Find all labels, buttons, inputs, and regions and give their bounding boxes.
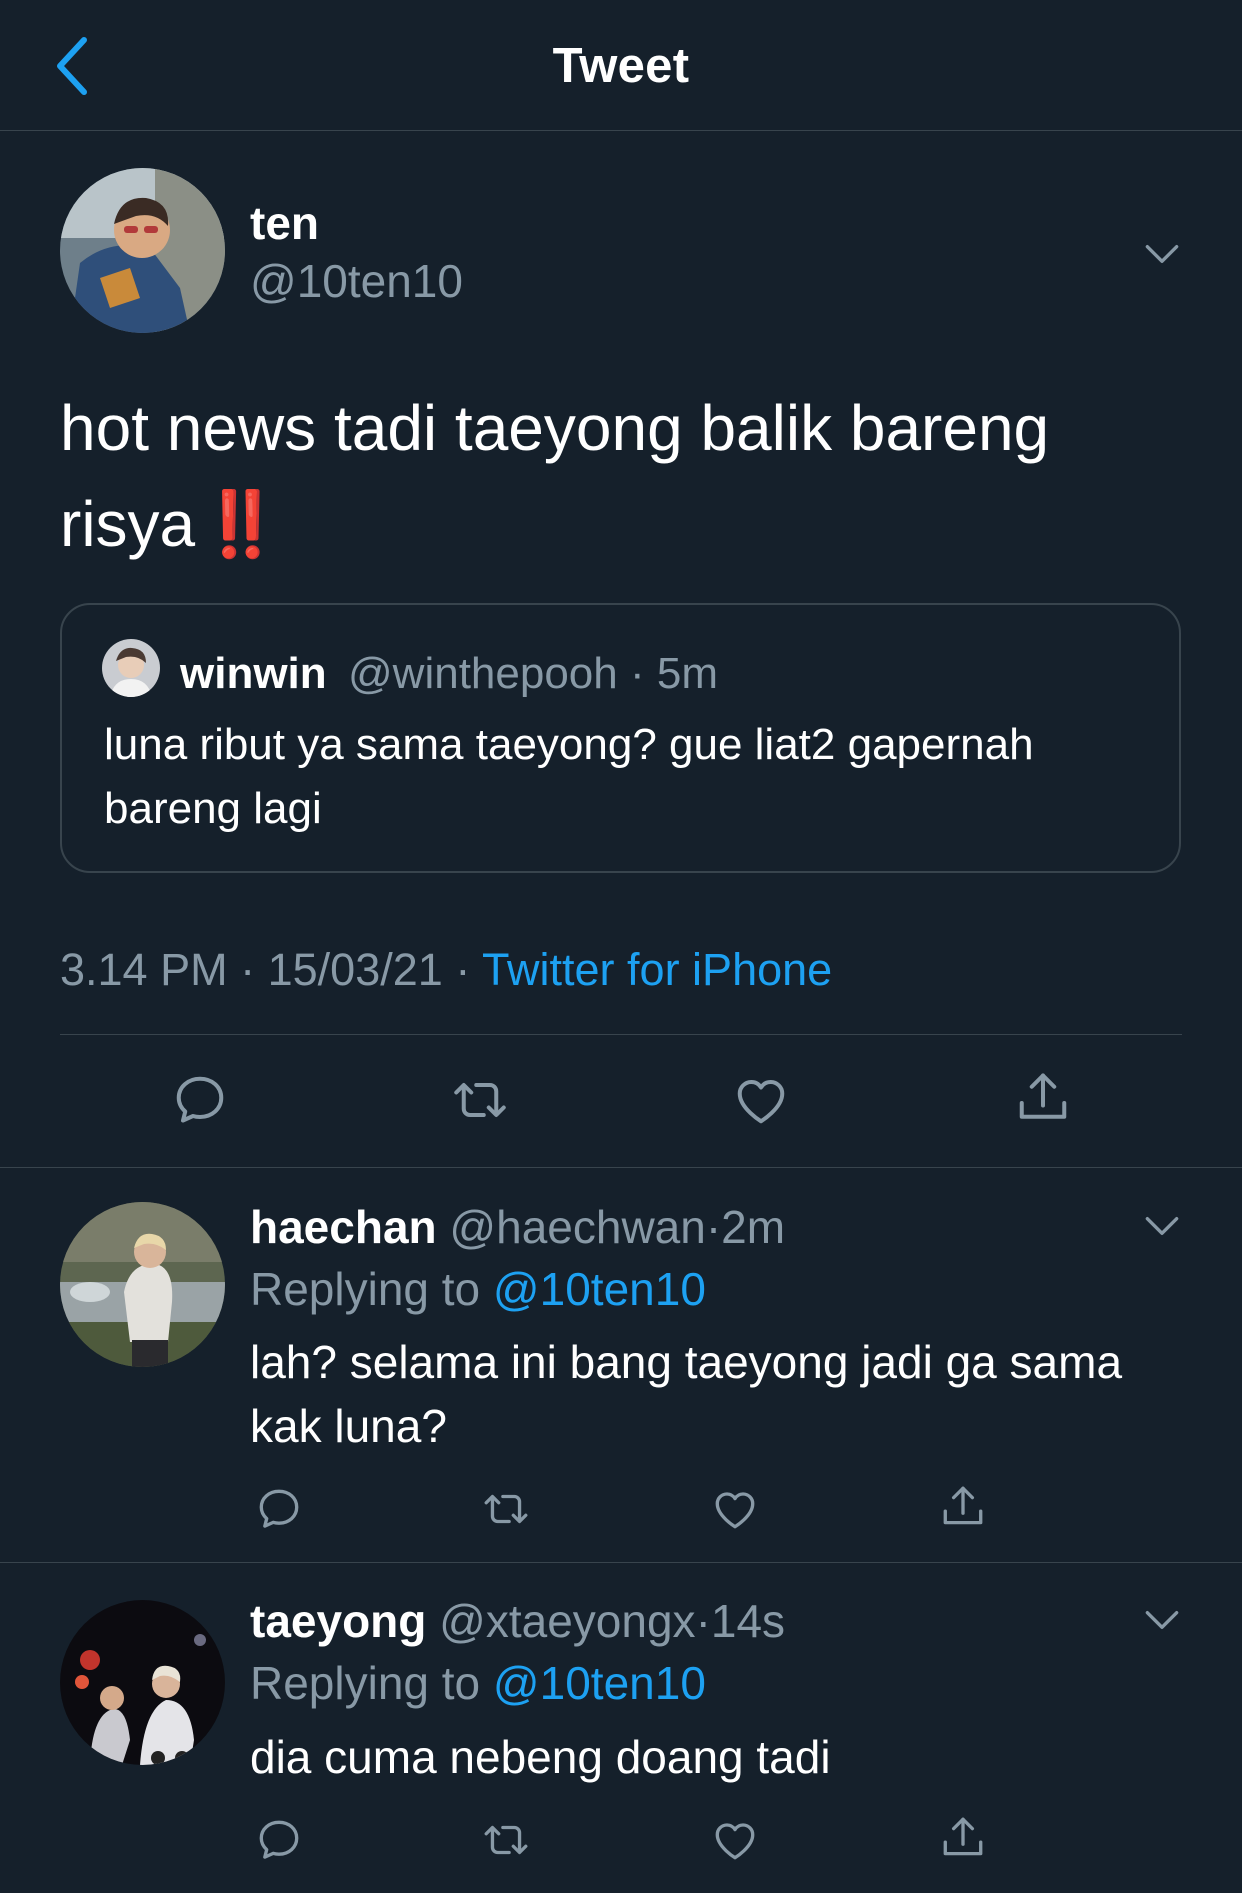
reply-header: haechan @haechwan·2m	[250, 1200, 785, 1254]
author-handle[interactable]: @10ten10	[250, 254, 463, 308]
reply-author-handle[interactable]: @haechwan	[449, 1201, 705, 1253]
reply-text: lah? selama ini bang taeyong jadi ga sam…	[250, 1336, 1123, 1452]
replying-to: Replying to @10ten10	[250, 1656, 706, 1710]
share-icon	[938, 1813, 988, 1863]
share-button[interactable]	[1013, 1068, 1073, 1128]
separator-dot: ·	[705, 1201, 722, 1253]
share-button[interactable]	[938, 1813, 988, 1863]
retweet-icon	[480, 1815, 532, 1865]
replying-to-mention[interactable]: @10ten10	[493, 1263, 706, 1315]
separator-dot: ·	[240, 944, 256, 995]
reply-button[interactable]	[170, 1070, 230, 1130]
chevron-down-icon	[1140, 1598, 1184, 1642]
reply-text: dia cuma nebeng doang tadi	[250, 1731, 831, 1783]
retweet-button[interactable]	[449, 1070, 511, 1130]
chevron-down-icon	[1140, 232, 1184, 276]
chevron-down-icon	[1140, 1204, 1184, 1248]
double-exclamation-emoji: ‼️	[201, 488, 281, 560]
separator-dot: ·	[629, 649, 645, 698]
replying-to-label: Replying to	[250, 1657, 481, 1709]
like-icon	[710, 1815, 760, 1865]
separator-dot: ·	[455, 944, 471, 995]
quoted-time: 5m	[656, 649, 718, 698]
author-avatar[interactable]	[60, 168, 225, 333]
share-icon	[1013, 1068, 1073, 1128]
quoted-author-handle: @winthepooh	[348, 649, 618, 698]
quoted-author-name: winwin	[180, 649, 327, 698]
tweet-date: 15/03/21	[267, 944, 443, 995]
like-icon	[710, 1484, 760, 1534]
separator-dot: ·	[695, 1595, 711, 1647]
tweet-options-button[interactable]	[1140, 232, 1184, 281]
reply-options-button[interactable]	[1140, 1204, 1184, 1253]
quoted-tweet-card[interactable]: winwin @winthepooh · 5m luna ribut ya sa…	[60, 603, 1181, 873]
like-icon	[731, 1070, 791, 1130]
reply-time: 14s	[710, 1595, 786, 1647]
reply-header: taeyong @xtaeyongx·14s	[250, 1594, 785, 1648]
quoted-tweet-text: luna ribut ya sama taeyong? gue liat2 ga…	[104, 720, 1034, 833]
like-button[interactable]	[731, 1070, 791, 1130]
page-title: Tweet	[552, 39, 690, 93]
like-button[interactable]	[710, 1815, 760, 1865]
reply-avatar[interactable]	[60, 1600, 225, 1765]
reply-author-handle[interactable]: @xtaeyongx	[439, 1595, 695, 1647]
retweet-icon	[480, 1484, 532, 1534]
tweet-meta: 3.14 PM · 15/03/21 · Twitter for iPhone	[60, 944, 832, 996]
top-bar: Tweet	[0, 0, 1242, 131]
reply-icon	[254, 1815, 304, 1865]
replying-to-label: Replying to	[250, 1263, 481, 1315]
author-name[interactable]: ten	[250, 196, 319, 250]
reply-author-name[interactable]: haechan	[250, 1201, 437, 1253]
quoted-author-meta: @winthepooh · 5m	[348, 649, 718, 699]
reply-button[interactable]	[254, 1815, 304, 1865]
retweet-button[interactable]	[480, 1815, 532, 1865]
reply-avatar[interactable]	[60, 1202, 225, 1367]
share-icon	[938, 1482, 988, 1532]
share-button[interactable]	[938, 1482, 988, 1532]
retweet-icon	[449, 1070, 511, 1130]
reply-author-name[interactable]: taeyong	[250, 1595, 426, 1647]
like-button[interactable]	[710, 1484, 760, 1534]
reply-icon	[170, 1070, 230, 1130]
tweet-text: hot news tadi taeyong balik bareng risya…	[60, 380, 1180, 572]
divider	[0, 1562, 1242, 1563]
divider	[0, 1167, 1242, 1168]
reply-time: 2m	[721, 1201, 786, 1253]
reply-button[interactable]	[254, 1484, 304, 1534]
quoted-author-avatar	[102, 639, 160, 697]
reply-icon	[254, 1484, 304, 1534]
divider	[60, 1034, 1182, 1035]
replying-to: Replying to @10ten10	[250, 1262, 706, 1316]
retweet-button[interactable]	[480, 1484, 532, 1534]
replying-to-mention[interactable]: @10ten10	[493, 1657, 706, 1709]
tweet-source-link[interactable]: Twitter for iPhone	[482, 944, 832, 995]
tweet-time: 3.14 PM	[60, 944, 228, 995]
reply-options-button[interactable]	[1140, 1598, 1184, 1647]
